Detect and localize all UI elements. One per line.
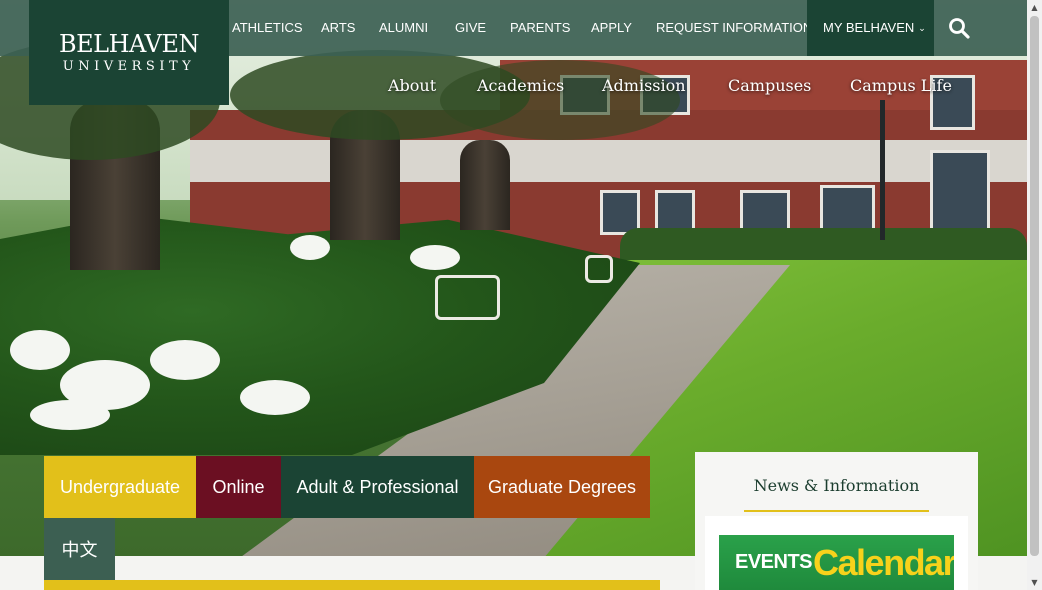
logo-subtitle: UNIVERSITY [62, 58, 196, 74]
my-belhaven-menu[interactable]: MY BELHAVEN ⌄ [807, 0, 934, 56]
nav-give[interactable]: GIVE [455, 0, 486, 56]
events-calendar-banner[interactable]: EVENTS Calendar [719, 535, 954, 590]
scroll-up-arrow-icon[interactable]: ▲ [1027, 0, 1042, 15]
hero-white-flowers [150, 340, 220, 380]
calendar-label: Calendar [813, 541, 954, 583]
hero-bench [585, 255, 613, 283]
news-panel: News & Information EVENTS Calendar [695, 452, 978, 590]
search-icon [949, 18, 970, 39]
my-belhaven-label: MY BELHAVEN [823, 20, 915, 35]
hero-tree-canopy [440, 60, 680, 140]
nav-request-information[interactable]: REQUEST INFORMATION [656, 0, 812, 56]
nav-athletics[interactable]: ATHLETICS [232, 0, 303, 56]
nav-alumni[interactable]: ALUMNI [379, 0, 428, 56]
tab-adult-professional-label: Adult & Professional [296, 476, 459, 497]
scrollbar-thumb[interactable] [1030, 16, 1039, 556]
tab-graduate-degrees-label: Graduate Degrees [487, 476, 637, 497]
hero-white-flowers [240, 380, 310, 415]
hero-white-flowers [30, 400, 110, 430]
main-nav-about[interactable]: About [388, 76, 436, 95]
tab-chinese[interactable]: 中文 [44, 518, 115, 580]
scroll-down-arrow-icon[interactable]: ▼ [1027, 575, 1042, 590]
chevron-down-icon: ⌄ [918, 23, 926, 33]
nav-apply[interactable]: APPLY [591, 0, 632, 56]
hero-window [930, 150, 990, 235]
tab-online[interactable]: Online [196, 456, 281, 518]
events-label: EVENTS [735, 551, 813, 573]
tab-undergraduate-label: Undergraduate [59, 476, 181, 497]
hero-bench [435, 275, 500, 320]
search-button[interactable] [934, 0, 984, 56]
main-nav-admission[interactable]: Admission [602, 76, 686, 95]
news-title-underline [744, 510, 929, 512]
hero-tree-trunk [460, 140, 510, 230]
belhaven-logo[interactable]: BELHAVEN UNIVERSITY [29, 0, 229, 105]
main-nav-campuses[interactable]: Campuses [728, 76, 811, 95]
main-nav-campus-life[interactable]: Campus Life [850, 76, 952, 95]
news-title[interactable]: News & Information [695, 476, 978, 495]
hero-white-flowers [290, 235, 330, 260]
tab-chinese-label: 中文 [61, 540, 98, 560]
tab-online-label: Online [212, 476, 265, 497]
tab-undergraduate[interactable]: Undergraduate [44, 456, 196, 518]
hero-building-band [190, 140, 1027, 182]
tab-adult-professional[interactable]: Adult & Professional [281, 456, 474, 518]
main-nav-academics[interactable]: Academics [477, 76, 564, 95]
gold-accent-bar [44, 580, 660, 590]
nav-arts[interactable]: ARTS [321, 0, 355, 56]
nav-parents[interactable]: PARENTS [510, 0, 570, 56]
hero-lamp-post [880, 100, 885, 240]
hero-white-flowers [10, 330, 70, 370]
page-scrollbar[interactable]: ▲ ▼ [1027, 0, 1042, 590]
hero-white-flowers [410, 245, 460, 270]
logo-wordmark: BELHAVEN [58, 29, 200, 58]
tab-graduate-degrees[interactable]: Graduate Degrees [474, 456, 650, 518]
